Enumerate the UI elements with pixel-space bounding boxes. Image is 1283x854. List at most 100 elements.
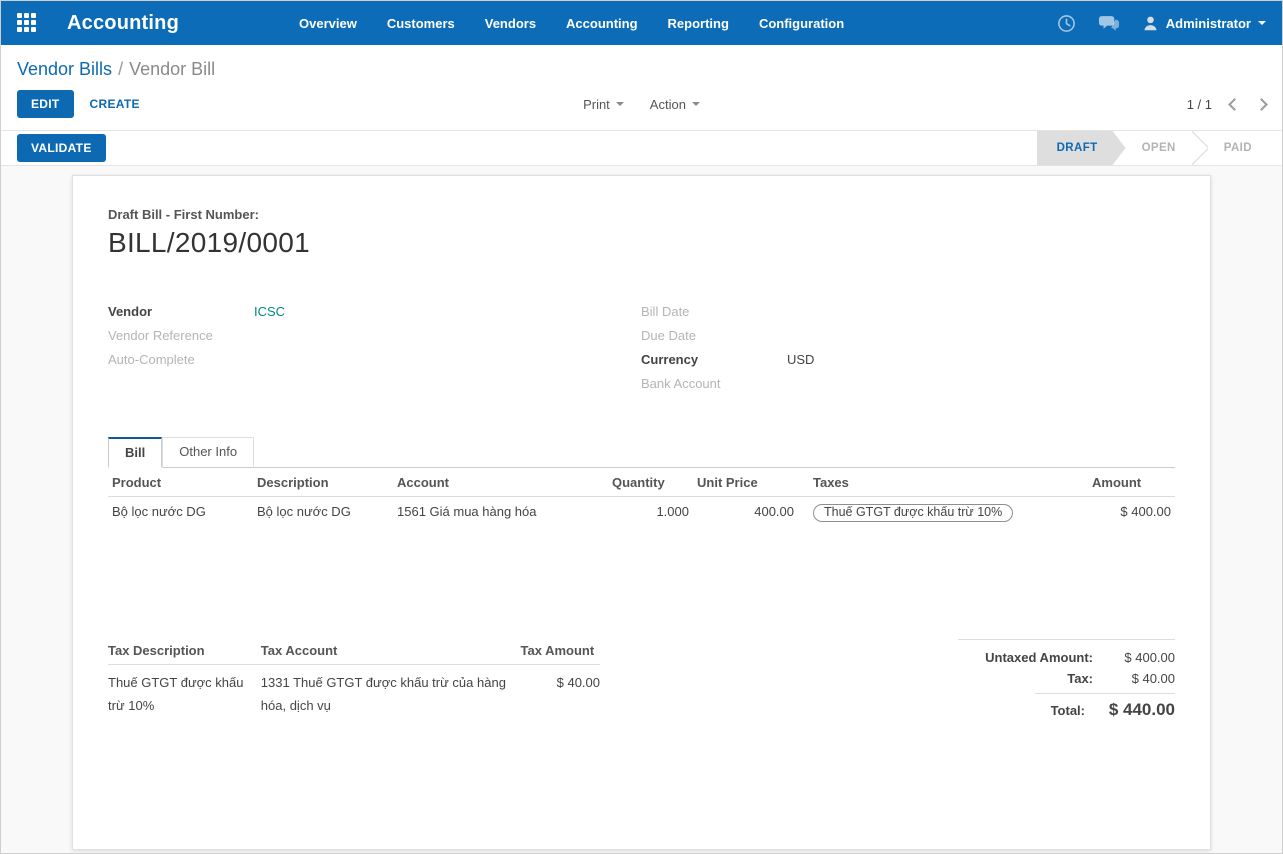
pager-value: 1 / 1 [1186,96,1212,112]
untaxed-amount-row: Untaxed Amount: $ 400.00 [958,647,1175,668]
cell-tax-account: 1331 Thuế GTGT được khấu trừ của hàng hó… [260,675,506,713]
state-draft[interactable]: DRAFT [1037,131,1126,165]
col-tax-account: Tax Account [260,639,521,665]
content-area: Draft Bill - First Number: BILL/2019/000… [1,166,1282,850]
bank-account-label: Bank Account [641,375,721,391]
breadcrumb-vendor-bills[interactable]: Vendor Bills [17,59,112,79]
pager: 1 / 1 [700,96,1268,112]
create-button[interactable]: CREATE [90,97,140,111]
menu-customers[interactable]: Customers [387,16,455,31]
invoice-line-row[interactable]: Bộ lọc nước DG Bộ lọc nước DG 1561 Giá m… [108,497,1175,530]
field-vendor: Vendor ICSC [108,299,641,323]
invoice-lines-table: Product Description Account Quantity Uni… [108,468,1175,529]
col-description: Description [253,468,393,497]
bill-date-label: Bill Date [641,303,690,319]
cell-tax-amount: $ 40.00 [556,675,600,690]
lines-header-row: Product Description Account Quantity Uni… [108,468,1175,497]
cell-unit-price: 400.00 [754,504,794,519]
cell-amount: $ 400.00 [1120,504,1171,519]
col-taxes: Taxes [798,468,1088,497]
state-chevron-icon [1192,131,1208,165]
apps-grid-icon[interactable] [17,13,37,33]
auto-complete-label: Auto-Complete [108,351,195,367]
col-quantity: Quantity [608,468,693,497]
tax-line-row[interactable]: Thuế GTGT được khấu trừ 10% 1331 Thuế GT… [108,665,600,725]
field-vendor-reference: Vendor Reference [108,323,641,347]
menu-accounting[interactable]: Accounting [566,16,638,31]
grand-total-value: $ 440.00 [1108,700,1175,719]
grand-total-label: Total: [1050,703,1085,718]
user-avatar-icon [1144,16,1157,30]
tab-bill[interactable]: Bill [108,437,163,468]
grand-total-row: Total: $ 440.00 [1035,693,1175,723]
cell-account: 1561 Giá mua hàng hóa [397,504,537,519]
state-paid[interactable]: PAID [1208,131,1268,165]
field-currency: Currency USD [641,347,1175,371]
user-caret-icon [1258,21,1266,25]
top-navbar: Accounting Overview Customers Vendors Ac… [1,1,1282,45]
menu-overview[interactable]: Overview [299,16,357,31]
tax-header-row: Tax Description Tax Account Tax Amount [108,639,600,665]
statusbar: DRAFT OPEN PAID [1037,131,1268,165]
tax-lines-table: Tax Description Tax Account Tax Amount T… [108,639,600,725]
cell-quantity: 1.000 [656,504,689,519]
bill-number: BILL/2019/0001 [108,227,310,258]
breadcrumb-separator: / [118,59,124,79]
fields-grid: Vendor ICSC Vendor Reference Auto-Comple… [108,299,1175,395]
currency-label: Currency [641,351,699,367]
field-auto-complete: Auto-Complete [108,347,641,371]
validate-button[interactable]: VALIDATE [17,134,106,162]
untaxed-amount-label: Untaxed Amount: [985,650,1093,665]
col-tax-amount: Tax Amount [520,639,600,665]
app-brand[interactable]: Accounting [67,12,179,35]
buttons-row: EDIT CREATE Print Action 1 / 1 [17,90,1268,130]
statusbar-row: VALIDATE DRAFT OPEN PAID [1,130,1282,166]
field-bank-account: Bank Account [641,371,1175,395]
navbar-right: Administrator [1057,14,1266,33]
totals-block: Untaxed Amount: $ 400.00 Tax: $ 40.00 To… [958,639,1175,723]
tax-badge: Thuế GTGT được khấu trừ 10% [813,504,1014,522]
main-menu: Overview Customers Vendors Accounting Re… [299,16,844,31]
cell-tax-description: Thuế GTGT được khấu trừ 10% [108,675,244,713]
vendor-label: Vendor [108,303,153,319]
pager-previous-icon[interactable] [1228,97,1241,111]
field-due-date: Due Date [641,323,1175,347]
breadcrumb: Vendor Bills / Vendor Bill [17,57,1266,90]
bottom-section: Tax Description Tax Account Tax Amount T… [108,639,1175,725]
col-product: Product [108,468,253,497]
col-account: Account [393,468,608,497]
tax-row: Tax: $ 40.00 [958,668,1175,689]
due-date-label: Due Date [641,327,696,343]
activities-clock-icon[interactable] [1057,14,1076,33]
bill-subtitle: Draft Bill - First Number: [108,207,259,222]
menu-vendors[interactable]: Vendors [485,16,536,31]
cell-product: Bộ lọc nước DG [112,504,206,519]
bill-sheet: Draft Bill - First Number: BILL/2019/000… [72,175,1211,850]
tab-other-info[interactable]: Other Info [162,437,255,468]
tax-total-value: $ 40.00 [1131,671,1175,686]
print-caret-icon [615,102,624,106]
pager-next-icon[interactable] [1255,97,1268,111]
action-caret-icon [691,102,700,106]
currency-value: USD [787,351,815,367]
notebook-tabs: Bill Other Info [108,437,1175,468]
cell-description: Bộ lọc nước DG [257,504,351,519]
print-dropdown[interactable]: Print [583,97,624,112]
untaxed-amount-value: $ 400.00 [1124,650,1175,665]
vendor-reference-label: Vendor Reference [108,327,213,343]
menu-reporting[interactable]: Reporting [668,16,729,31]
edit-button[interactable]: EDIT [17,90,74,118]
field-bill-date: Bill Date [641,299,1175,323]
vendor-value-link[interactable]: ICSC [254,304,285,319]
breadcrumb-current: Vendor Bill [129,59,216,79]
user-menu[interactable]: Administrator [1142,15,1266,32]
app-window: Accounting Overview Customers Vendors Ac… [0,0,1283,854]
state-open[interactable]: OPEN [1126,131,1192,165]
messages-chat-icon[interactable] [1098,14,1120,33]
tax-total-label: Tax: [1067,671,1093,686]
user-name: Administrator [1165,15,1251,31]
action-dropdown[interactable]: Action [650,97,700,112]
menu-configuration[interactable]: Configuration [759,16,844,31]
col-amount: Amount [1088,468,1175,497]
col-unit-price: Unit Price [693,468,798,497]
